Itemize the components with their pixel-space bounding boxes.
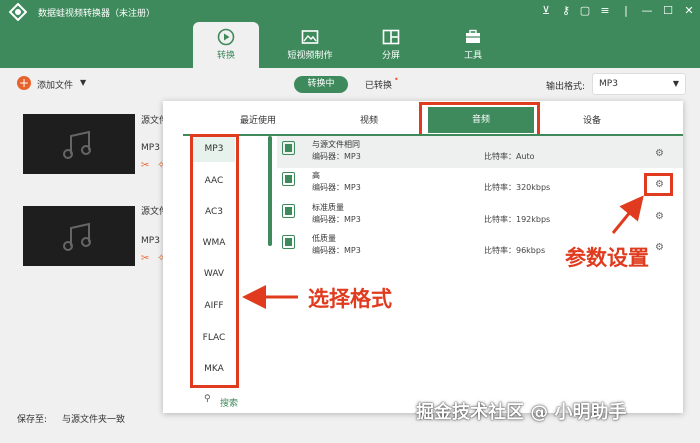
watermark: 掘金技术社区 @ 小明助手: [416, 402, 627, 423]
annotation-arrows: [242, 195, 644, 309]
annotation-choose-format: 选择格式: [308, 287, 392, 311]
annotation-param-settings: 参数设置: [565, 246, 649, 270]
arrow-to-gear: [611, 195, 644, 234]
